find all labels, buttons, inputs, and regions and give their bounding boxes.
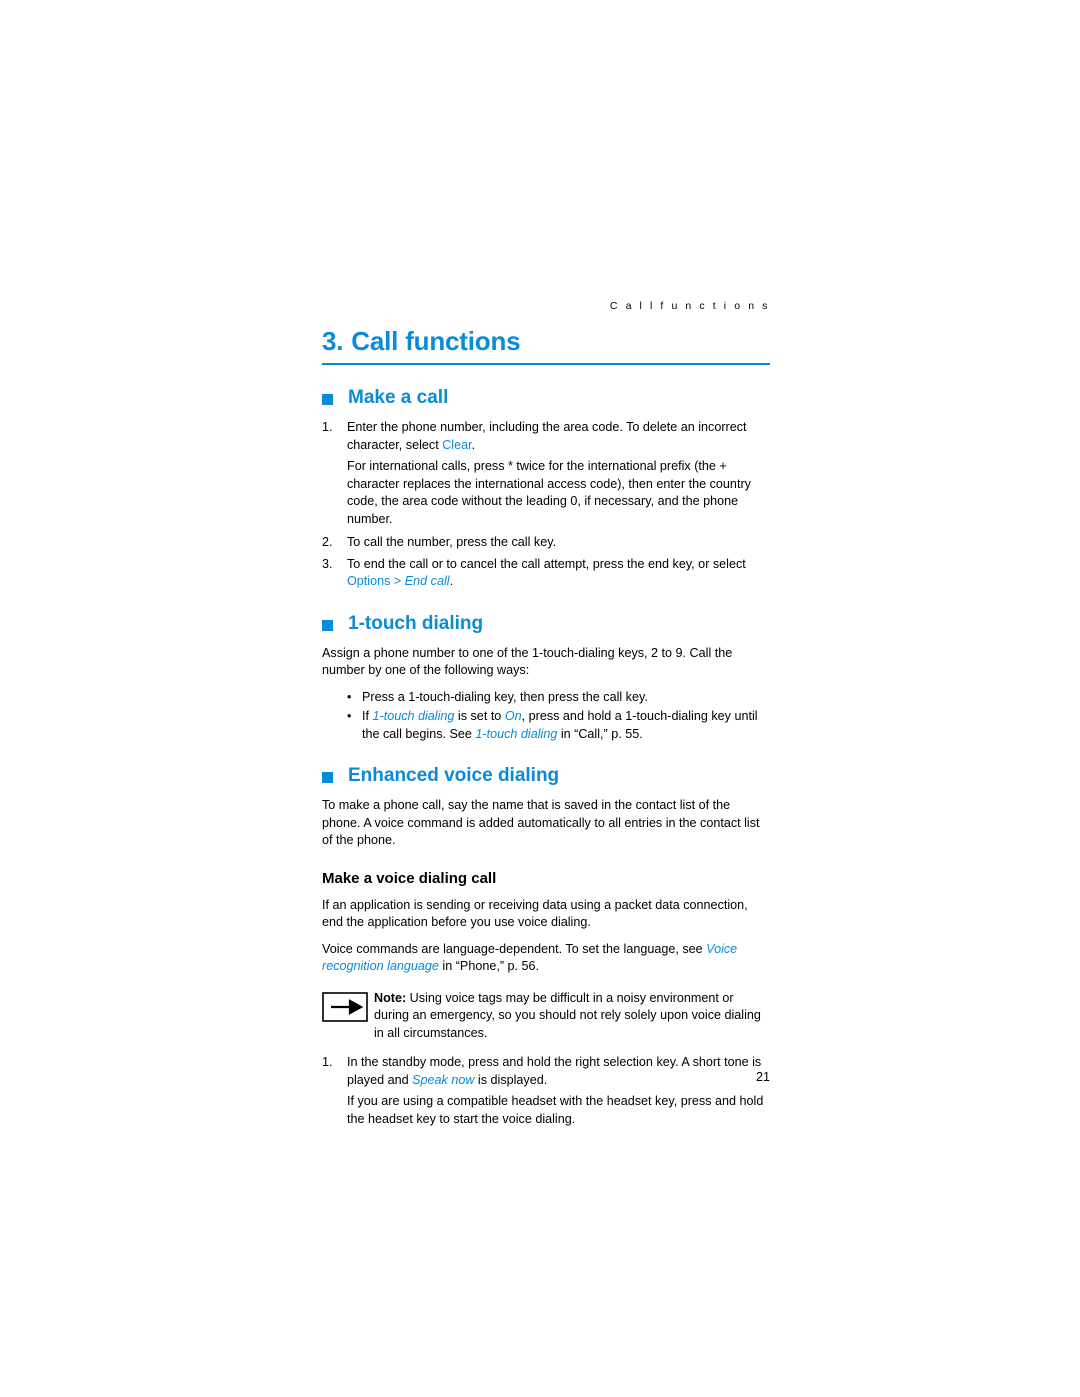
list-item: 3. To end the call or to cancel the call… [322, 556, 770, 591]
list-marker: 3. [322, 556, 333, 571]
square-bullet-icon [322, 619, 333, 631]
text-run: > [390, 574, 405, 588]
page-content: C a l l f u n c t i o n s 3. Call functio… [322, 300, 770, 1134]
paragraph-language-dependent: Voice commands are language-dependent. T… [322, 941, 770, 976]
text-run: To end the call or to cancel the call at… [347, 556, 746, 571]
paragraph-packet-data: If an application is sending or receivin… [322, 897, 748, 930]
list-item-text: To end the call or to cancel the call at… [347, 556, 770, 591]
text-run: in “Call,” p. 55. [557, 726, 643, 741]
paragraph-1-touch-intro: Assign a phone number to one of the 1-to… [322, 645, 733, 678]
text-run: Voice commands are language-dependent. T… [322, 941, 707, 956]
paragraph-international-calls: For international calls, press * twice f… [347, 459, 751, 526]
list-item: • If 1-touch dialing is set to On, press… [322, 708, 770, 743]
text-run: . [471, 437, 476, 452]
dot-bullet-icon: • [347, 689, 352, 704]
list-marker: 1. [322, 420, 333, 434]
text-run: Enter the phone number, including the ar… [347, 420, 747, 452]
text-run: is set to [454, 709, 505, 723]
paragraph-voice-dialing-intro: To make a phone call, say the name that … [322, 798, 760, 847]
running-head: C a l l f u n c t i o n s [609, 300, 770, 312]
chapter-number: 3. [322, 326, 344, 356]
square-bullet-icon [322, 772, 333, 783]
inline-link-options[interactable]: Options [347, 574, 390, 588]
inline-link-1-touch-dialing-ref[interactable]: 1-touch dialing [475, 727, 557, 741]
list-item-text: If 1-touch dialing is set to On, press a… [362, 708, 770, 743]
list-item-text: Enter the phone number, including the ar… [347, 419, 770, 454]
section-heading-text: 1-touch dialing [348, 612, 484, 634]
text-run: If [362, 709, 373, 723]
document-page: C a l l f u n c t i o n s 3. Call functio… [0, 0, 1080, 1397]
section-heading-1-touch-dialing: 1-touch dialing [322, 613, 770, 635]
section-heading-text: Make a call [348, 387, 449, 408]
chapter-title-text: Call functions [351, 326, 521, 356]
text-run: in “Phone,” p. 56. [438, 959, 540, 973]
inline-link-clear[interactable]: Clear [442, 438, 471, 452]
square-bullet-icon [322, 394, 333, 405]
list-item-text: Press a 1-touch-dialing key, then press … [362, 689, 648, 704]
inline-link-end-call[interactable]: End call [405, 574, 450, 588]
list-item: 1. Enter the phone number, including the… [322, 419, 770, 454]
inline-link-on[interactable]: On [505, 709, 522, 723]
list-marker: 2. [322, 535, 333, 549]
page-number: 21 [755, 1070, 770, 1084]
list-item: • Press a 1-touch-dialing key, then pres… [322, 689, 770, 707]
dot-bullet-icon: • [347, 709, 352, 723]
note-arrow-icon [322, 990, 374, 1027]
paragraph-headset: If you are using a compatible headset wi… [347, 1094, 764, 1126]
list-item-text: To call the number, press the call key. [347, 535, 557, 549]
section-heading-enhanced-voice-dialing: Enhanced voice dialing [322, 765, 770, 787]
text-run: Using voice tags may be difficult in a n… [374, 990, 761, 1040]
note-text: Note: Using voice tags may be difficult … [374, 990, 770, 1043]
list-item: 2. To call the number, press the call ke… [322, 534, 770, 552]
note-callout: Note: Using voice tags may be difficult … [322, 990, 770, 1043]
note-label: Note: [374, 990, 407, 1005]
inline-link-1-touch-dialing[interactable]: 1-touch dialing [373, 709, 455, 723]
section-heading-text: Enhanced voice dialing [348, 765, 560, 786]
page-title: 3. Call functions [322, 326, 770, 365]
text-run: . [449, 574, 454, 588]
section-heading-make-a-call: Make a call [322, 387, 770, 409]
subsection-heading-make-a-voice-dialing-call: Make a voice dialing call [322, 869, 497, 887]
